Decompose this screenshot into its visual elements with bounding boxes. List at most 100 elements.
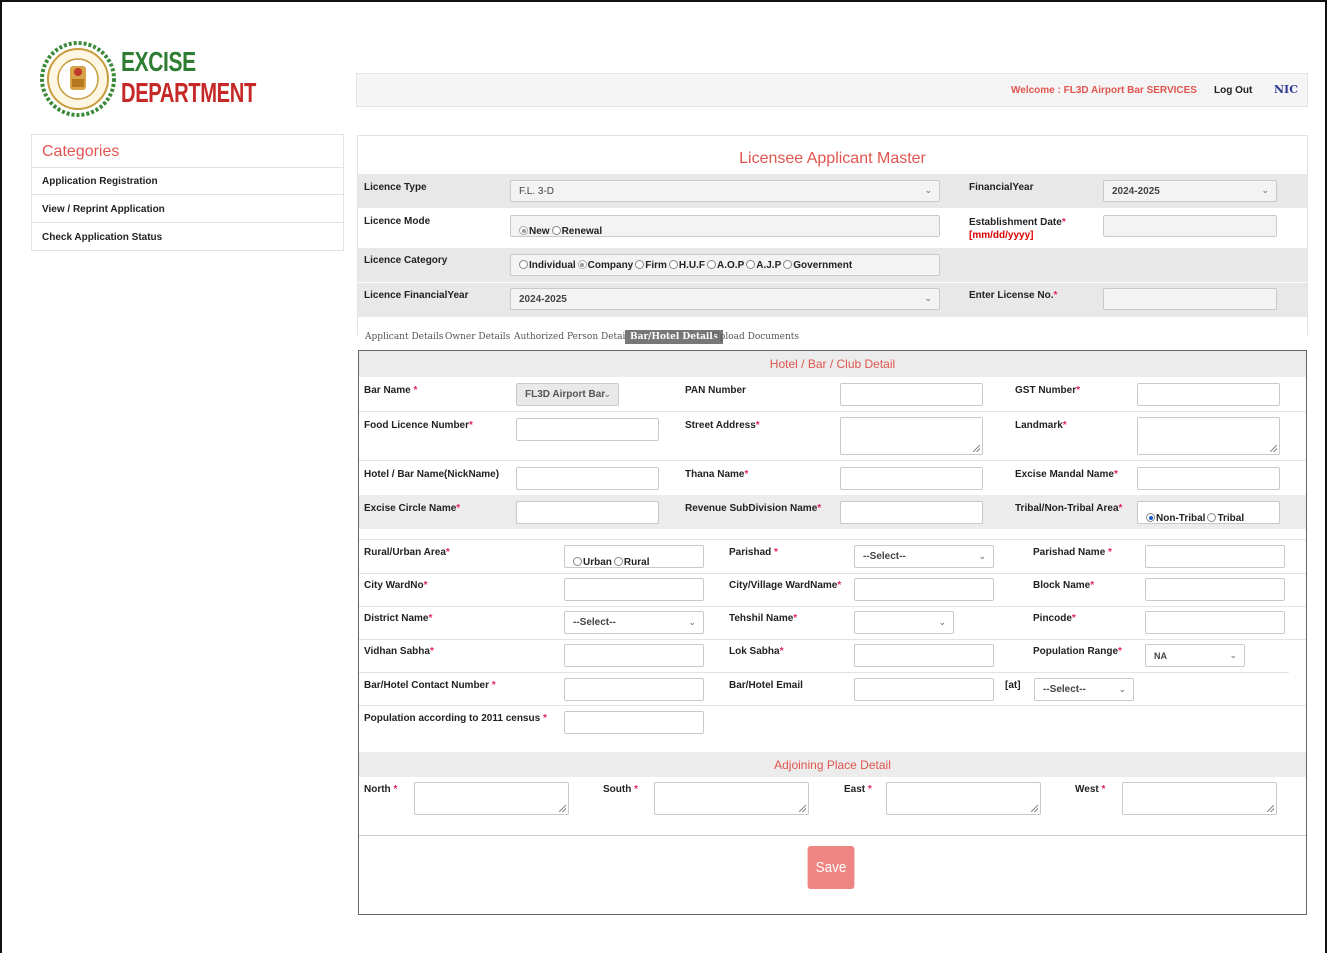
welcome-text: Welcome : FL3D Airport Bar SERVICES xyxy=(1011,85,1197,96)
street-label: Street Address* xyxy=(685,420,760,431)
parishad-select[interactable]: --Select-- ⌄ xyxy=(854,545,994,568)
mandal-label: Excise Mandal Name* xyxy=(1015,469,1118,480)
logo-line1: EXCISE xyxy=(121,46,196,77)
pan-label: PAN Number xyxy=(685,385,746,396)
tehshil-select[interactable]: ⌄ xyxy=(854,611,954,634)
pan-input[interactable] xyxy=(840,383,983,406)
logout-link[interactable]: Log Out xyxy=(1214,85,1252,96)
adjoining-title: Adjoining Place Detail xyxy=(774,758,891,772)
landmark-textarea[interactable] xyxy=(1137,417,1280,455)
radio-company[interactable] xyxy=(577,260,587,269)
tab-upload-documents[interactable]: Upload Documents xyxy=(712,332,799,342)
licence-financial-year-label: Licence FinancialYear xyxy=(364,290,469,301)
chevron-down-icon: ⌄ xyxy=(924,292,932,303)
licence-financial-year-value: 2024-2025 xyxy=(519,293,567,305)
bar-name-select[interactable]: FL3D Airport Bar ⌄ xyxy=(516,383,619,406)
tab-bar-hotel-details[interactable]: Bar/Hotel Details xyxy=(625,330,723,344)
save-button[interactable]: Save xyxy=(807,846,855,889)
west-text: West xyxy=(1075,784,1099,795)
chevron-down-icon: ⌄ xyxy=(603,388,611,399)
block-text: Block Name xyxy=(1033,580,1091,591)
population-range-label: Population Range* xyxy=(1033,646,1122,657)
establishment-date-label: Establishment Date* [mm/dd/yyyy] xyxy=(969,217,1066,241)
tab-owner-details[interactable]: Owner Details xyxy=(445,332,510,342)
nic-link[interactable]: NIC xyxy=(1274,83,1298,96)
radio-urban-label: Urban xyxy=(583,557,612,568)
parishad-name-input[interactable] xyxy=(1145,545,1285,568)
radio-urban[interactable] xyxy=(573,557,582,566)
radio-rural-label: Rural xyxy=(623,557,650,568)
email-input[interactable] xyxy=(854,678,994,701)
chevron-down-icon: ⌄ xyxy=(688,616,696,627)
licence-type-select[interactable]: F.L. 3-D ⌄ xyxy=(510,180,940,202)
sidebar: Categories Application Registration View… xyxy=(31,134,344,251)
revenue-input[interactable] xyxy=(840,501,983,524)
license-no-input[interactable] xyxy=(1103,288,1277,310)
radio-ajp[interactable] xyxy=(746,260,756,269)
circle-input[interactable] xyxy=(516,501,659,524)
radio-aop-label: A.O.P xyxy=(717,260,745,271)
radio-non-tribal[interactable] xyxy=(1146,513,1155,522)
north-textarea[interactable] xyxy=(414,782,569,815)
mandal-text: Excise Mandal Name xyxy=(1015,469,1114,480)
licence-financial-year-select[interactable]: 2024-2025 ⌄ xyxy=(510,288,940,310)
thana-input[interactable] xyxy=(840,467,983,490)
mandal-input[interactable] xyxy=(1137,467,1280,490)
email-domain-select[interactable]: --Select-- ⌄ xyxy=(1034,678,1134,701)
east-label: East * xyxy=(844,784,872,795)
radio-renewal[interactable] xyxy=(551,226,561,235)
financial-year-value: 2024-2025 xyxy=(1112,185,1160,197)
circle-label: Excise Circle Name* xyxy=(364,503,461,514)
contact-input[interactable] xyxy=(564,678,704,701)
sidebar-item-view-reprint[interactable]: View / Reprint Application xyxy=(42,204,165,215)
district-select[interactable]: --Select-- ⌄ xyxy=(564,611,704,634)
street-textarea[interactable] xyxy=(840,417,983,455)
population-range-select[interactable]: NA ⌄ xyxy=(1145,644,1245,667)
food-licence-input[interactable] xyxy=(516,418,659,441)
ward-no-label: City WardNo* xyxy=(364,580,428,591)
radio-new[interactable] xyxy=(519,226,528,235)
lok-input[interactable] xyxy=(854,644,994,667)
establishment-date-input[interactable] xyxy=(1103,215,1277,237)
financial-year-select[interactable]: 2024-2025 ⌄ xyxy=(1103,180,1277,202)
west-label: West * xyxy=(1075,784,1106,795)
parishad-label: Parishad * xyxy=(729,547,778,558)
radio-government[interactable] xyxy=(783,260,793,269)
gst-input[interactable] xyxy=(1137,383,1280,406)
radio-tribal[interactable] xyxy=(1207,513,1217,522)
radio-government-label: Government xyxy=(793,260,853,271)
radio-individual[interactable] xyxy=(519,260,528,269)
sidebar-item-check-status[interactable]: Check Application Status xyxy=(42,232,162,243)
email-domain-value: --Select-- xyxy=(1043,684,1086,695)
east-textarea[interactable] xyxy=(886,782,1041,815)
radio-rural[interactable] xyxy=(613,557,623,566)
parishad-name-text: Parishad Name xyxy=(1033,547,1106,558)
food-licence-label: Food Licence Number* xyxy=(364,420,473,431)
email-label: Bar/Hotel Email xyxy=(729,680,803,691)
license-no-text: Enter License No. xyxy=(969,290,1054,301)
tehshil-label: Tehshil Name* xyxy=(729,613,798,624)
pincode-input[interactable] xyxy=(1145,611,1285,634)
tab-applicant-details[interactable]: Applicant Details xyxy=(365,332,443,342)
radio-firm-label: Firm xyxy=(645,260,667,271)
tab-authorized-person[interactable]: Authorized Person Details xyxy=(514,332,633,342)
south-textarea[interactable] xyxy=(654,782,809,815)
north-label: North * xyxy=(364,784,398,795)
nickname-input[interactable] xyxy=(516,467,659,490)
street-text: Street Address xyxy=(685,420,756,431)
radio-tribal-label: Tribal xyxy=(1217,513,1245,524)
west-textarea[interactable] xyxy=(1122,782,1277,815)
radio-aop[interactable] xyxy=(707,260,717,269)
census-input[interactable] xyxy=(564,711,704,734)
licence-mode-radios: New Renewal xyxy=(510,215,940,237)
radio-huf[interactable] xyxy=(668,260,678,269)
sidebar-item-application-registration[interactable]: Application Registration xyxy=(42,176,158,187)
ward-no-input[interactable] xyxy=(564,578,704,601)
block-input[interactable] xyxy=(1145,578,1285,601)
licence-type-label: Licence Type xyxy=(364,182,427,193)
ward-name-text: City/Village WardName xyxy=(729,580,838,591)
vidhan-input[interactable] xyxy=(564,644,704,667)
ward-name-input[interactable] xyxy=(854,578,994,601)
radio-firm[interactable] xyxy=(635,260,645,269)
district-label: District Name* xyxy=(364,613,433,624)
